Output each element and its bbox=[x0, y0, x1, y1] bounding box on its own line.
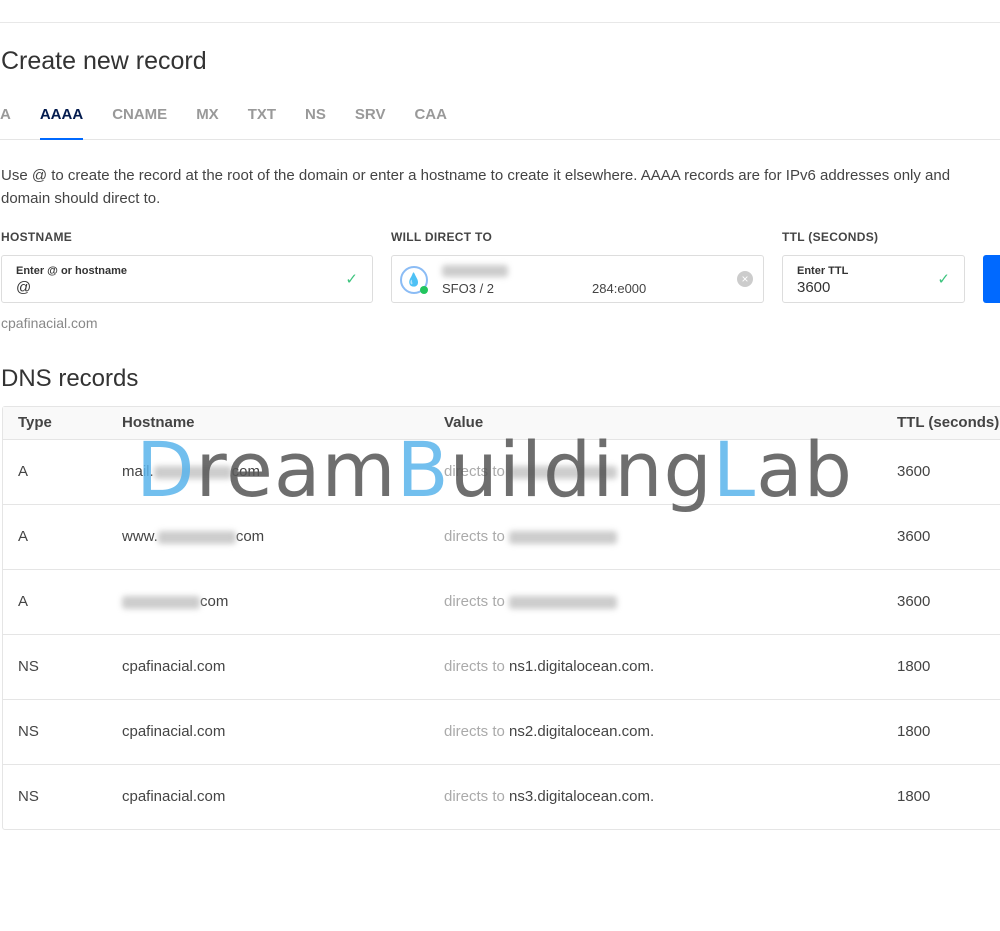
tab-aaaa[interactable]: AAAA bbox=[39, 104, 84, 140]
dns-records-table: Type Hostname Value TTL (seconds) A mail… bbox=[2, 406, 1000, 830]
hostname-label: HOSTNAME bbox=[1, 230, 73, 244]
record-value: directs to bbox=[444, 463, 618, 480]
table-row: NS cpafinacial.com directs to ns1.digita… bbox=[3, 634, 1000, 699]
record-hostname: cpafinacial.com bbox=[122, 723, 226, 740]
redacted-text bbox=[509, 595, 618, 609]
record-hostname: www. com bbox=[122, 528, 265, 545]
redacted-text bbox=[509, 465, 618, 479]
hostname-value: @ bbox=[16, 279, 32, 296]
record-hostname: cpafinacial.com bbox=[122, 788, 226, 805]
tab-mx[interactable]: MX bbox=[196, 104, 219, 140]
record-type-tabs: A AAAA CNAME MX TXT NS SRV CAA bbox=[0, 104, 1000, 140]
record-value: directs to ns2.digitalocean.com. bbox=[444, 723, 655, 740]
record-type: NS bbox=[18, 788, 39, 805]
record-type: NS bbox=[18, 723, 39, 740]
redacted-text bbox=[157, 530, 236, 544]
table-row: NS cpafinacial.com directs to ns3.digita… bbox=[3, 764, 1000, 829]
record-type: A bbox=[18, 593, 29, 610]
record-ttl: 3600 bbox=[897, 463, 931, 480]
ttl-input[interactable]: Enter TTL 3600 ✓ bbox=[782, 255, 965, 303]
ttl-label: TTL (SECONDS) bbox=[782, 230, 879, 244]
table-header: Type Hostname Value TTL (seconds) bbox=[3, 407, 1000, 439]
description: Use @ to create the record at the root o… bbox=[1, 167, 951, 207]
record-ttl: 1800 bbox=[897, 788, 931, 805]
hostname-helper: cpafinacial.com bbox=[1, 315, 98, 331]
record-hostname: com bbox=[122, 593, 228, 610]
record-ttl: 1800 bbox=[897, 723, 931, 740]
tab-a[interactable]: A bbox=[0, 104, 11, 140]
record-value: directs to ns3.digitalocean.com. bbox=[444, 788, 655, 805]
hostname-input[interactable]: Enter @ or hostname @ ✓ bbox=[1, 255, 373, 303]
tab-txt[interactable]: TXT bbox=[248, 104, 276, 140]
dns-records-title: DNS records bbox=[1, 365, 139, 392]
check-icon: ✓ bbox=[345, 271, 358, 288]
divider bbox=[0, 22, 1000, 23]
droplet-address: SFO3 / 2 284:e000 bbox=[442, 281, 647, 296]
table-row: A mail. com directs to 3600 bbox=[3, 439, 1000, 504]
page-title: Create new record bbox=[1, 47, 207, 75]
tab-srv[interactable]: SRV bbox=[355, 104, 386, 140]
record-value: directs to bbox=[444, 593, 618, 610]
clear-icon[interactable]: × bbox=[737, 271, 753, 287]
redacted-text bbox=[153, 465, 232, 479]
check-icon: ✓ bbox=[937, 271, 950, 288]
record-value: directs to bbox=[444, 528, 618, 545]
record-type: NS bbox=[18, 658, 39, 675]
redacted-text bbox=[122, 595, 200, 609]
record-type: A bbox=[18, 528, 29, 545]
droplet-icon: 💧 bbox=[400, 266, 428, 294]
record-hostname: mail. com bbox=[122, 463, 261, 480]
hostname-placeholder: Enter @ or hostname bbox=[16, 265, 127, 277]
ttl-placeholder: Enter TTL bbox=[797, 265, 849, 277]
record-ttl: 3600 bbox=[897, 528, 931, 545]
table-row: A www. com directs to 3600 bbox=[3, 504, 1000, 569]
table-row: A com directs to 3600 bbox=[3, 569, 1000, 634]
record-ttl: 3600 bbox=[897, 593, 931, 610]
record-value: directs to ns1.digitalocean.com. bbox=[444, 658, 655, 675]
create-record-button[interactable] bbox=[983, 255, 1000, 303]
ttl-value: 3600 bbox=[797, 279, 831, 296]
tab-ns[interactable]: NS bbox=[305, 104, 326, 140]
record-ttl: 1800 bbox=[897, 658, 931, 675]
droplet-name bbox=[442, 265, 508, 277]
direct-label: WILL DIRECT TO bbox=[391, 230, 493, 244]
redacted-text bbox=[509, 530, 618, 544]
table-row: NS cpafinacial.com directs to ns2.digita… bbox=[3, 699, 1000, 764]
tab-cname[interactable]: CNAME bbox=[112, 104, 167, 140]
record-hostname: cpafinacial.com bbox=[122, 658, 226, 675]
tab-caa[interactable]: CAA bbox=[414, 104, 447, 140]
record-type: A bbox=[18, 463, 29, 480]
direct-to-select[interactable]: 💧 SFO3 / 2 284:e000 × bbox=[391, 255, 764, 303]
